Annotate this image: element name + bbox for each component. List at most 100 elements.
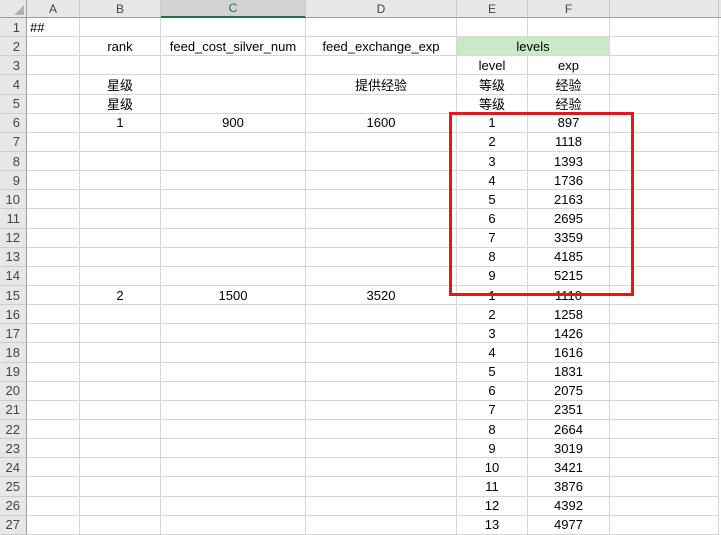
cell-D22[interactable] — [306, 420, 457, 439]
cell-B9[interactable] — [80, 171, 161, 190]
cell-G13[interactable] — [610, 248, 719, 267]
cell-E26[interactable]: 12 — [457, 497, 528, 516]
cell-B16[interactable] — [80, 305, 161, 324]
cell-A19[interactable] — [27, 363, 80, 382]
cell-G21[interactable] — [610, 401, 719, 420]
cell-B23[interactable] — [80, 439, 161, 458]
cell-F13[interactable]: 4185 — [528, 248, 610, 267]
cell-A15[interactable] — [27, 286, 80, 305]
cell-D24[interactable] — [306, 458, 457, 477]
cell-C6[interactable]: 900 — [161, 114, 306, 133]
row-header-1[interactable]: 1 — [0, 18, 27, 37]
cell-C27[interactable] — [161, 516, 306, 535]
cell-A3[interactable] — [27, 56, 80, 75]
cell-F20[interactable]: 2075 — [528, 382, 610, 401]
cell-A20[interactable] — [27, 382, 80, 401]
cell-B17[interactable] — [80, 324, 161, 343]
row-header-22[interactable]: 22 — [0, 420, 27, 439]
cell-A25[interactable] — [27, 477, 80, 496]
row-header-23[interactable]: 23 — [0, 439, 27, 458]
cell-E6[interactable]: 1 — [457, 114, 528, 133]
cell-C9[interactable] — [161, 171, 306, 190]
cell-F26[interactable]: 4392 — [528, 497, 610, 516]
cell-B21[interactable] — [80, 401, 161, 420]
cell-D3[interactable] — [306, 56, 457, 75]
cell-B3[interactable] — [80, 56, 161, 75]
row-header-12[interactable]: 12 — [0, 229, 27, 248]
cell-E8[interactable]: 3 — [457, 152, 528, 171]
cell-E22[interactable]: 8 — [457, 420, 528, 439]
column-header-C[interactable]: C — [161, 0, 306, 18]
row-header-7[interactable]: 7 — [0, 133, 27, 152]
cell-G7[interactable] — [610, 133, 719, 152]
cell-G10[interactable] — [610, 190, 719, 209]
cell-G14[interactable] — [610, 267, 719, 286]
cell-B4[interactable]: 星级 — [80, 75, 161, 94]
cell-E12[interactable]: 7 — [457, 229, 528, 248]
cell-A17[interactable] — [27, 324, 80, 343]
cell-B12[interactable] — [80, 229, 161, 248]
cell-C7[interactable] — [161, 133, 306, 152]
row-header-25[interactable]: 25 — [0, 477, 27, 496]
cell-G5[interactable] — [610, 95, 719, 114]
row-header-10[interactable]: 10 — [0, 190, 27, 209]
cell-B8[interactable] — [80, 152, 161, 171]
row-header-13[interactable]: 13 — [0, 248, 27, 267]
cell-B20[interactable] — [80, 382, 161, 401]
cell-G27[interactable] — [610, 516, 719, 535]
cell-A21[interactable] — [27, 401, 80, 420]
cell-G26[interactable] — [610, 497, 719, 516]
column-header-G[interactable] — [610, 0, 719, 18]
cell-D12[interactable] — [306, 229, 457, 248]
cell-F11[interactable]: 2695 — [528, 209, 610, 228]
cell-E5[interactable]: 等级 — [457, 95, 528, 114]
cell-D25[interactable] — [306, 477, 457, 496]
cell-F17[interactable]: 1426 — [528, 324, 610, 343]
cell-G4[interactable] — [610, 75, 719, 94]
cell-C22[interactable] — [161, 420, 306, 439]
cell-A11[interactable] — [27, 209, 80, 228]
cell-C5[interactable] — [161, 95, 306, 114]
cell-A2[interactable] — [27, 37, 80, 56]
row-header-5[interactable]: 5 — [0, 95, 27, 114]
cell-G6[interactable] — [610, 114, 719, 133]
column-header-A[interactable]: A — [27, 0, 80, 18]
cell-A5[interactable] — [27, 95, 80, 114]
cell-E13[interactable]: 8 — [457, 248, 528, 267]
cell-F1[interactable] — [528, 18, 610, 37]
row-header-17[interactable]: 17 — [0, 324, 27, 343]
cell-A7[interactable] — [27, 133, 80, 152]
cell-F4[interactable]: 经验 — [528, 75, 610, 94]
cell-C26[interactable] — [161, 497, 306, 516]
cell-C10[interactable] — [161, 190, 306, 209]
row-header-27[interactable]: 27 — [0, 516, 27, 535]
cell-E16[interactable]: 2 — [457, 305, 528, 324]
cell-E10[interactable]: 5 — [457, 190, 528, 209]
cell-B24[interactable] — [80, 458, 161, 477]
cell-A24[interactable] — [27, 458, 80, 477]
cell-G20[interactable] — [610, 382, 719, 401]
cell-F19[interactable]: 1831 — [528, 363, 610, 382]
cell-D21[interactable] — [306, 401, 457, 420]
cell-D10[interactable] — [306, 190, 457, 209]
cell-E17[interactable]: 3 — [457, 324, 528, 343]
row-header-26[interactable]: 26 — [0, 497, 27, 516]
cell-D26[interactable] — [306, 497, 457, 516]
cell-A26[interactable] — [27, 497, 80, 516]
cell-D19[interactable] — [306, 363, 457, 382]
cell-B7[interactable] — [80, 133, 161, 152]
column-header-D[interactable]: D — [306, 0, 457, 18]
cell-F27[interactable]: 4977 — [528, 516, 610, 535]
cell-F23[interactable]: 3019 — [528, 439, 610, 458]
cell-F6[interactable]: 897 — [528, 114, 610, 133]
cell-D17[interactable] — [306, 324, 457, 343]
cell-C25[interactable] — [161, 477, 306, 496]
cell-G25[interactable] — [610, 477, 719, 496]
cell-D14[interactable] — [306, 267, 457, 286]
cell-G22[interactable] — [610, 420, 719, 439]
column-header-B[interactable]: B — [80, 0, 161, 18]
cell-F10[interactable]: 2163 — [528, 190, 610, 209]
row-header-9[interactable]: 9 — [0, 171, 27, 190]
cell-A18[interactable] — [27, 343, 80, 362]
cell-E9[interactable]: 4 — [457, 171, 528, 190]
